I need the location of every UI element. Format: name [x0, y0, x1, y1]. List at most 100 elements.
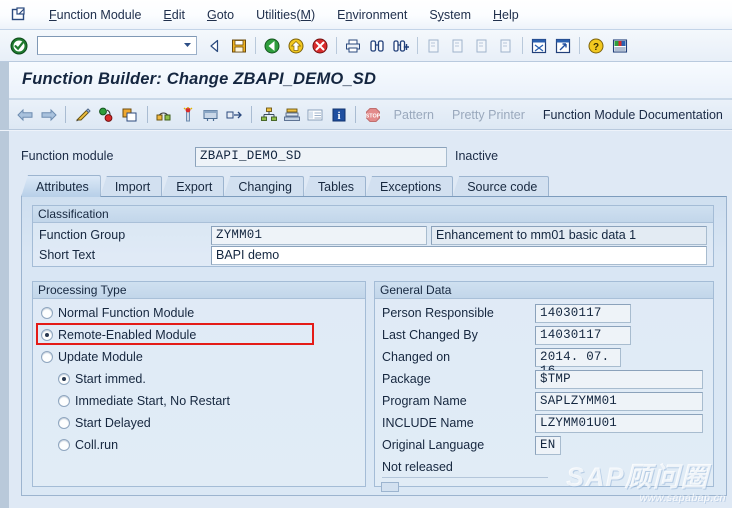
- toolbar-separator: [336, 37, 337, 54]
- program-name-input[interactable]: SAPLZYMM01: [535, 392, 703, 411]
- cancel-red-icon[interactable]: [309, 35, 331, 57]
- back-arrow-icon[interactable]: [14, 103, 37, 127]
- print-icon[interactable]: [342, 35, 364, 57]
- exit-yellow-icon[interactable]: [285, 35, 307, 57]
- person-responsible-label: Person Responsible: [382, 306, 494, 320]
- function-group-input[interactable]: ZYMM01: [211, 226, 427, 245]
- package-input[interactable]: $TMP: [535, 370, 703, 389]
- previous-page-icon[interactable]: [447, 35, 469, 57]
- radio-dot-icon: [41, 307, 53, 319]
- stop-icon[interactable]: STOP: [361, 103, 384, 127]
- menu-label: dit: [171, 7, 185, 22]
- radio-immediate-start-no-restart[interactable]: Immediate Start, No Restart: [58, 394, 230, 408]
- expand-object-icon[interactable]: [223, 103, 246, 127]
- radio-coll-run[interactable]: Coll.run: [58, 438, 118, 452]
- tab-tables[interactable]: Tables: [302, 176, 367, 197]
- function-module-input[interactable]: ZBAPI_DEMO_SD: [195, 147, 447, 167]
- find-binoculars-icon[interactable]: [366, 35, 388, 57]
- menu-item-goto[interactable]: Goto: [196, 6, 245, 24]
- function-group-description: Enhancement to mm01 basic data 1: [431, 226, 707, 245]
- pattern-button[interactable]: Pattern: [385, 108, 443, 122]
- last-page-icon[interactable]: [495, 35, 517, 57]
- original-language-label: Original Language: [382, 438, 485, 452]
- menu-item-environment[interactable]: Environment: [326, 6, 418, 24]
- tab-exceptions[interactable]: Exceptions: [365, 176, 454, 197]
- menu-item-help[interactable]: Help: [482, 6, 530, 24]
- radio-start-immed[interactable]: Start immed.: [58, 372, 146, 386]
- tab-import[interactable]: Import: [99, 176, 163, 197]
- menu-label: ): [310, 7, 316, 22]
- menu-accel: G: [206, 7, 217, 22]
- last-changed-by-label: Last Changed By: [382, 328, 478, 342]
- copy-object-icon[interactable]: [118, 103, 141, 127]
- first-page-icon[interactable]: [423, 35, 445, 57]
- release-status-label: Not released: [382, 460, 453, 474]
- title-band: Function Builder: Change ZBAPI_DEMO_SD: [0, 62, 732, 100]
- chevron-down-icon[interactable]: [182, 39, 193, 53]
- original-language-row: Original Language EN: [375, 436, 713, 455]
- menu-accel: E: [163, 7, 172, 22]
- find-next-binoculars-icon[interactable]: [390, 35, 412, 57]
- radio-remote-enabled-module[interactable]: Remote-Enabled Module: [41, 328, 196, 342]
- function-module-status: Inactive: [455, 149, 499, 163]
- function-module-documentation-button[interactable]: Function Module Documentation: [534, 108, 732, 122]
- tab-source-code[interactable]: Source code: [452, 176, 550, 197]
- new-session-window-icon[interactable]: [528, 35, 550, 57]
- info-icon[interactable]: i: [327, 103, 350, 127]
- tab-attributes[interactable]: Attributes: [21, 175, 101, 197]
- help-question-icon[interactable]: ?: [585, 35, 607, 57]
- command-field[interactable]: [37, 36, 197, 55]
- content-inner: Function module ZBAPI_DEMO_SD Inactive A…: [9, 131, 732, 508]
- menu-accel: F: [49, 7, 57, 22]
- program-name-label: Program Name: [382, 394, 467, 408]
- menu-bar: Function Module Edit Goto Utilities(M) E…: [0, 0, 732, 30]
- tab-changing[interactable]: Changing: [223, 176, 304, 197]
- changed-on-input[interactable]: 2014. 07. 16: [535, 348, 621, 378]
- include-name-input[interactable]: LZYMM01U01: [535, 414, 703, 433]
- radio-update-module[interactable]: Update Module: [41, 350, 143, 364]
- toolbar-separator: [250, 106, 252, 123]
- system-toolbar: ?: [0, 30, 732, 62]
- enter-check-icon[interactable]: [8, 35, 30, 57]
- sap-gui-window: Function Module Edit Goto Utilities(M) E…: [0, 0, 732, 508]
- where-used-list-icon[interactable]: [153, 103, 176, 127]
- command-input[interactable]: [42, 37, 182, 54]
- activate-icon[interactable]: [95, 103, 118, 127]
- menu-prefix: S: [429, 7, 438, 22]
- menu-item-edit[interactable]: Edit: [152, 6, 196, 24]
- stack-icon[interactable]: [280, 103, 303, 127]
- bottom-partial-control[interactable]: [381, 482, 399, 492]
- back-arrow-icon[interactable]: [204, 35, 226, 57]
- processing-type-group: Processing Type Normal Function Module R…: [32, 281, 366, 487]
- single-test-icon[interactable]: [199, 103, 222, 127]
- display-change-pencil-icon[interactable]: [71, 103, 94, 127]
- last-changed-by-input[interactable]: 14030117: [535, 326, 631, 345]
- person-responsible-input[interactable]: 14030117: [535, 304, 631, 323]
- pretty-printer-button[interactable]: Pretty Printer: [443, 108, 534, 122]
- svg-text:?: ?: [593, 42, 599, 53]
- menu-item-utilities[interactable]: Utilities(M): [245, 6, 326, 24]
- radio-start-delayed[interactable]: Start Delayed: [58, 416, 151, 430]
- back-green-icon[interactable]: [261, 35, 283, 57]
- new-session-icon[interactable]: [11, 7, 26, 22]
- breakpoint-icon[interactable]: [176, 103, 199, 127]
- hierarchy-icon[interactable]: [257, 103, 280, 127]
- processing-type-title: Processing Type: [33, 282, 365, 299]
- forward-arrow-icon[interactable]: [37, 103, 60, 127]
- radio-dot-icon: [58, 395, 70, 407]
- menu-item-system[interactable]: System: [418, 6, 482, 24]
- original-language-input[interactable]: EN: [535, 436, 561, 455]
- tab-label: Source code: [467, 180, 538, 194]
- short-text-input[interactable]: BAPI demo: [211, 246, 707, 265]
- next-page-icon[interactable]: [471, 35, 493, 57]
- create-shortcut-icon[interactable]: [552, 35, 574, 57]
- tab-label: Exceptions: [380, 180, 442, 194]
- menu-item-function-module[interactable]: Function Module: [38, 6, 152, 24]
- menu-label: stem: [443, 7, 472, 22]
- list-icon[interactable]: [304, 103, 327, 127]
- save-disk-icon[interactable]: [228, 35, 250, 57]
- tab-export[interactable]: Export: [161, 176, 225, 197]
- radio-normal-function-module[interactable]: Normal Function Module: [41, 306, 194, 320]
- tab-label: Attributes: [36, 179, 89, 194]
- layout-menu-icon[interactable]: [609, 35, 631, 57]
